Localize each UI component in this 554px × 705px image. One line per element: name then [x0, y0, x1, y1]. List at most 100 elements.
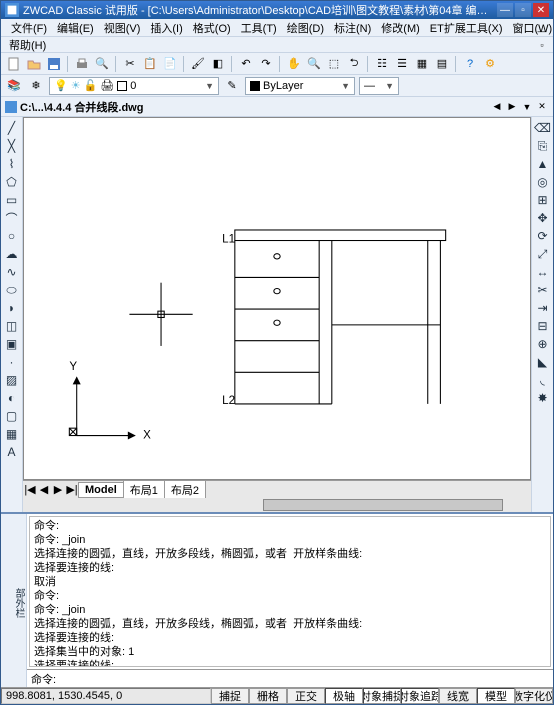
mirror-icon[interactable]: ▲: [534, 155, 552, 173]
coord-display[interactable]: 998.8081, 1530.4545, 0: [1, 688, 211, 704]
menu-help[interactable]: 帮助(H): [5, 36, 50, 54]
snap-栅格[interactable]: 栅格: [249, 688, 287, 704]
hatch-tool-icon[interactable]: ▨: [3, 371, 21, 389]
minimize-button[interactable]: —: [497, 3, 513, 17]
table-tool-icon[interactable]: ▦: [3, 425, 21, 443]
new-icon[interactable]: [5, 55, 23, 73]
snap-对象追踪[interactable]: 对象追踪: [401, 688, 439, 704]
tab-nav-prev[interactable]: ◀: [37, 483, 51, 497]
command-log[interactable]: 命令: 命令: _join 选择连接的圆弧，直线，开放多段线，椭圆弧，或者 开放…: [29, 516, 551, 667]
menu-edit[interactable]: 编辑(E): [53, 19, 98, 37]
linetype-combo[interactable]: —▼: [359, 77, 399, 95]
doc-maximize[interactable]: ▫: [535, 38, 549, 52]
props-icon[interactable]: ☷: [373, 55, 391, 73]
fillet-icon[interactable]: ◟: [534, 371, 552, 389]
help-icon[interactable]: ?: [461, 55, 479, 73]
xline-tool-icon[interactable]: ╳: [3, 137, 21, 155]
rotate-icon[interactable]: ⟳: [534, 227, 552, 245]
zoom-rt-icon[interactable]: 🔍: [305, 55, 323, 73]
match-icon[interactable]: 🖌: [189, 55, 207, 73]
nav-prev-icon[interactable]: ◀: [490, 100, 504, 114]
menu-draw[interactable]: 绘图(D): [283, 19, 328, 37]
paste-icon[interactable]: 📄: [161, 55, 179, 73]
join-icon[interactable]: ⊕: [534, 335, 552, 353]
about-icon[interactable]: ⚙: [481, 55, 499, 73]
menu-view[interactable]: 视图(V): [100, 19, 145, 37]
menu-tools[interactable]: 工具(T): [237, 19, 281, 37]
ellipsearc-tool-icon[interactable]: ◗: [3, 299, 21, 317]
tab-layout2[interactable]: 布局2: [164, 480, 206, 500]
maximize-button[interactable]: ▫: [515, 3, 531, 17]
layer-state-icon[interactable]: ❄: [27, 77, 45, 95]
spline-tool-icon[interactable]: ∿: [3, 263, 21, 281]
tab-layout1[interactable]: 布局1: [123, 480, 165, 500]
tab-nav-last[interactable]: ▶|: [65, 483, 79, 497]
layer-match-icon[interactable]: ✎: [223, 77, 241, 95]
tp-icon[interactable]: ▦: [413, 55, 431, 73]
h-scrollbar[interactable]: [23, 498, 531, 512]
snap-捕捉[interactable]: 捕捉: [211, 688, 249, 704]
trim-icon[interactable]: ✂: [534, 281, 552, 299]
menu-insert[interactable]: 插入(I): [146, 19, 186, 37]
nav-close-icon[interactable]: ✕: [535, 100, 549, 114]
menu-modify[interactable]: 修改(M): [377, 19, 424, 37]
block-icon[interactable]: ◧: [209, 55, 227, 73]
scroll-thumb[interactable]: [263, 499, 503, 511]
explode-icon[interactable]: ✸: [534, 389, 552, 407]
snap-对象捕捉[interactable]: 对象捕捉: [363, 688, 401, 704]
rect-tool-icon[interactable]: ▭: [3, 191, 21, 209]
region-tool-icon[interactable]: ▢: [3, 407, 21, 425]
chamfer-icon[interactable]: ◣: [534, 353, 552, 371]
print-icon[interactable]: [73, 55, 91, 73]
line-tool-icon[interactable]: ╱: [3, 119, 21, 137]
offset-icon[interactable]: ◎: [534, 173, 552, 191]
menu-file[interactable]: 文件(F): [7, 19, 51, 37]
snap-模型[interactable]: 模型: [477, 688, 515, 704]
command-input[interactable]: [56, 673, 549, 685]
stretch-icon[interactable]: ↔: [534, 263, 552, 281]
break-icon[interactable]: ⊟: [534, 317, 552, 335]
arc-tool-icon[interactable]: ⌒: [3, 209, 21, 227]
copy-icon[interactable]: 📋: [141, 55, 159, 73]
block-tool-icon[interactable]: ▣: [3, 335, 21, 353]
redo-icon[interactable]: ↷: [257, 55, 275, 73]
snap-正交[interactable]: 正交: [287, 688, 325, 704]
pline-tool-icon[interactable]: ⌇: [3, 155, 21, 173]
cmd-handle[interactable]: 部外栏: [1, 514, 27, 687]
zoom-win-icon[interactable]: ⬚: [325, 55, 343, 73]
move-icon[interactable]: ✥: [534, 209, 552, 227]
pan-icon[interactable]: ✋: [285, 55, 303, 73]
layer-combo[interactable]: 💡☀🔓🖨 0 ▼: [49, 77, 219, 95]
dc-icon[interactable]: ☰: [393, 55, 411, 73]
circle-tool-icon[interactable]: ○: [3, 227, 21, 245]
open-icon[interactable]: [25, 55, 43, 73]
insert-tool-icon[interactable]: ◫: [3, 317, 21, 335]
array-icon[interactable]: ⊞: [534, 191, 552, 209]
close-button[interactable]: ✕: [533, 3, 549, 17]
tab-nav-first[interactable]: |◀: [23, 483, 37, 497]
cut-icon[interactable]: ✂: [121, 55, 139, 73]
erase-icon[interactable]: ⌫: [534, 119, 552, 137]
calc-icon[interactable]: ▤: [433, 55, 451, 73]
point-tool-icon[interactable]: ·: [3, 353, 21, 371]
nav-next-icon[interactable]: ▶: [505, 100, 519, 114]
zoom-prev-icon[interactable]: ⮌: [345, 55, 363, 73]
color-combo[interactable]: ByLayer ▼: [245, 77, 355, 95]
scale-icon[interactable]: ⤢: [534, 245, 552, 263]
snap-线宽[interactable]: 线宽: [439, 688, 477, 704]
preview-icon[interactable]: 🔍: [93, 55, 111, 73]
undo-icon[interactable]: ↶: [237, 55, 255, 73]
copy2-icon[interactable]: ⎘: [534, 137, 552, 155]
ellipse-tool-icon[interactable]: ⬭: [3, 281, 21, 299]
tab-nav-next[interactable]: ▶: [51, 483, 65, 497]
mtext-tool-icon[interactable]: A: [3, 443, 21, 461]
layer-props-icon[interactable]: 📚: [5, 77, 23, 95]
doc-tab-title[interactable]: C:\...\4.4.4 合并线段.dwg: [20, 99, 143, 115]
drawing-canvas[interactable]: L1 L2 X Y: [23, 117, 531, 480]
gradient-tool-icon[interactable]: ◐: [3, 389, 21, 407]
snap-极轴[interactable]: 极轴: [325, 688, 363, 704]
snap-数字化仪[interactable]: 数字化仪: [515, 688, 553, 704]
revcloud-tool-icon[interactable]: ☁: [3, 245, 21, 263]
doc-minimize[interactable]: —: [535, 24, 549, 38]
polygon-tool-icon[interactable]: ⬠: [3, 173, 21, 191]
